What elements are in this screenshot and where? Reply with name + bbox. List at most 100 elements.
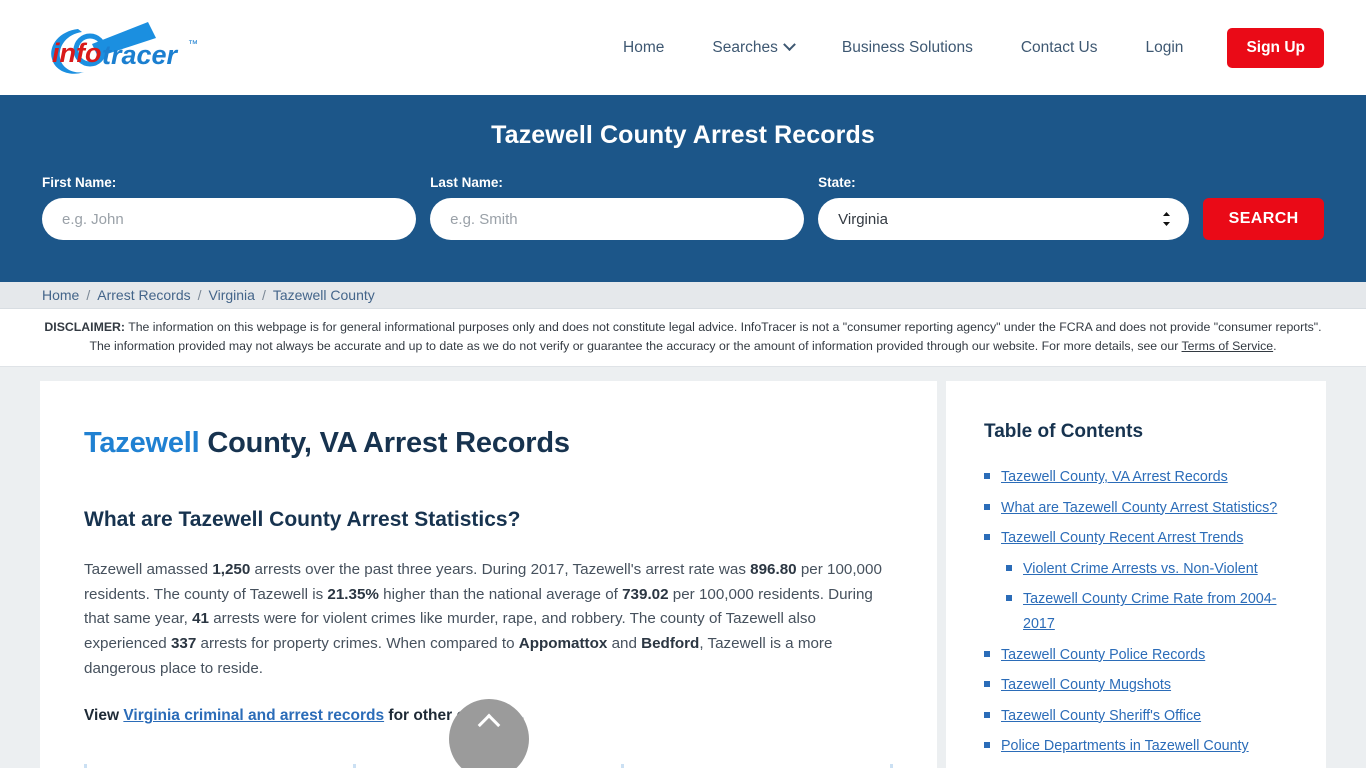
state-select[interactable]: Virginia: [818, 198, 1190, 240]
nav-label: Login: [1145, 38, 1184, 56]
last-name-label: Last Name:: [430, 175, 503, 190]
hero-search-panel: Tazewell County Arrest Records First Nam…: [0, 95, 1366, 282]
toc-item[interactable]: Tazewell County, VA Arrest Records: [984, 465, 1292, 490]
toc-link[interactable]: Tazewell County, VA Arrest Records: [1001, 465, 1228, 490]
bullet-icon: [984, 711, 990, 718]
bullet-icon: [984, 473, 990, 480]
disclaimer-prefix: DISCLAIMER:: [44, 320, 125, 334]
bullet-icon: [984, 681, 990, 688]
first-name-field-group: First Name:: [42, 175, 417, 240]
toc-title: Table of Contents: [984, 421, 1144, 443]
toc-item[interactable]: Tazewell County Sheriff's Office: [984, 704, 1292, 729]
breadcrumb-item-arrest-records[interactable]: Arrest Records: [97, 287, 190, 303]
state-label: State:: [818, 175, 856, 190]
first-name-input[interactable]: [42, 198, 417, 240]
breadcrumb-item-home[interactable]: Home: [42, 287, 79, 303]
para-text: Tazewell amassed: [84, 561, 213, 579]
breadcrumb-item-current: Tazewell County: [272, 287, 375, 303]
disclaimer-suffix: .: [1273, 339, 1277, 354]
article-title: Tazewell County, VA Arrest Records: [84, 427, 893, 460]
compare-county-1: Appomattox: [518, 634, 608, 652]
para-text: arrests for property crimes. When compar…: [196, 634, 519, 652]
nav-label: Contact Us: [1020, 38, 1098, 56]
search-button[interactable]: SEARCH: [1203, 198, 1324, 240]
logo-icon: info tracer ™: [51, 21, 198, 74]
page-title: Tazewell County Arrest Records: [491, 121, 875, 149]
virginia-records-link[interactable]: Virginia criminal and arrest records: [123, 707, 384, 724]
toc-list: Tazewell County, VA Arrest Records What …: [984, 465, 1292, 768]
para-text: arrests over the past three years. Durin…: [250, 561, 751, 579]
main-navigation: Home Searches Business Solutions Contact…: [599, 27, 1324, 68]
nav-item-business-solutions[interactable]: Business Solutions: [818, 39, 997, 57]
toc-link[interactable]: Tazewell County Recent Arrest Trends: [1001, 526, 1243, 551]
stat-arrest-rate: 896.80: [750, 561, 797, 579]
bullet-icon: [1006, 564, 1012, 571]
breadcrumb-separator: /: [86, 287, 91, 303]
search-form: First Name: Last Name: State: Virginia S…: [42, 175, 1324, 240]
stat-violent-arrests: 41: [192, 610, 209, 628]
toc-link[interactable]: Tazewell County Police Records: [1001, 643, 1205, 668]
bullet-icon: [984, 534, 990, 541]
bullet-icon: [984, 742, 990, 749]
statistics-paragraph: Tazewell amassed 1,250 arrests over the …: [84, 558, 893, 681]
breadcrumb-item-virginia[interactable]: Virginia: [209, 287, 255, 303]
nav-item-home[interactable]: Home: [599, 39, 688, 57]
toc-link[interactable]: Police Departments in Tazewell County: [1001, 734, 1249, 759]
breadcrumb-separator: /: [261, 287, 266, 303]
disclaimer-banner: DISCLAIMER: The information on this webp…: [0, 309, 1366, 368]
state-field-group: State: Virginia: [818, 175, 1190, 240]
nav-item-login[interactable]: Login: [1122, 39, 1208, 57]
toc-item[interactable]: Tazewell County Police Records: [984, 643, 1292, 668]
chart-tick: [84, 764, 87, 768]
chevron-down-icon: [782, 38, 796, 52]
first-name-label: First Name:: [42, 175, 117, 190]
sign-up-button[interactable]: Sign Up: [1227, 27, 1324, 68]
toc-link[interactable]: Tazewell County Mugshots: [1001, 673, 1171, 698]
chart-tick: [621, 764, 625, 768]
stat-total-arrests: 1,250: [212, 561, 251, 579]
chart-tick: [889, 764, 893, 768]
toc-item[interactable]: Police Departments in Tazewell County: [984, 734, 1292, 759]
view-prefix: View: [84, 707, 124, 725]
stat-property-arrests: 337: [170, 634, 197, 652]
chart-tick: [352, 764, 356, 768]
nav-label: Searches: [712, 38, 778, 56]
article-title-accent: Tazewell: [84, 427, 200, 460]
para-text: and: [607, 634, 642, 652]
nav-item-contact-us[interactable]: Contact Us: [997, 39, 1122, 57]
toc-item[interactable]: Tazewell County Mugshots: [984, 673, 1292, 698]
section-heading-statistics: What are Tazewell County Arrest Statisti…: [84, 508, 521, 532]
bullet-icon: [1006, 595, 1012, 602]
stat-national-average: 739.02: [622, 585, 669, 603]
svg-text:tracer: tracer: [102, 40, 179, 70]
terms-of-service-link[interactable]: Terms of Service: [1182, 339, 1274, 353]
chevron-up-icon: [477, 713, 500, 737]
toc-subitem[interactable]: Tazewell County Crime Rate from 2004-201…: [984, 587, 1292, 636]
last-name-input[interactable]: [430, 198, 805, 240]
disclaimer-text: The information on this webpage is for g…: [89, 320, 1322, 354]
breadcrumb: Home / Arrest Records / Virginia / Tazew…: [0, 282, 1366, 309]
infotracer-logo[interactable]: info tracer ™: [40, 18, 230, 78]
nav-item-searches[interactable]: Searches: [688, 38, 817, 57]
last-name-field-group: Last Name:: [430, 175, 805, 240]
toc-link[interactable]: Tazewell County Sheriff's Office: [1001, 704, 1201, 729]
table-of-contents-card: Table of Contents Tazewell County, VA Ar…: [946, 381, 1326, 768]
toc-link[interactable]: Violent Crime Arrests vs. Non-Violent: [1023, 557, 1258, 582]
breadcrumb-separator: /: [197, 287, 202, 303]
toc-item[interactable]: What are Tazewell County Arrest Statisti…: [984, 496, 1292, 521]
article-title-rest: County, VA Arrest Records: [199, 427, 570, 460]
nav-label: Business Solutions: [841, 38, 973, 56]
toc-link[interactable]: What are Tazewell County Arrest Statisti…: [1001, 496, 1277, 521]
toc-subitem[interactable]: Violent Crime Arrests vs. Non-Violent: [984, 557, 1292, 582]
toc-link[interactable]: Tazewell County Crime Rate from 2004-201…: [1023, 587, 1292, 636]
site-header: info tracer ™ Home Searches Business Sol…: [0, 0, 1366, 95]
svg-text:info: info: [52, 38, 101, 68]
toc-item[interactable]: Tazewell County Recent Arrest Trends: [984, 526, 1292, 551]
nav-label: Home: [623, 38, 665, 56]
bullet-icon: [984, 650, 990, 657]
state-select-wrap: Virginia: [818, 198, 1190, 240]
compare-county-2: Bedford: [641, 634, 700, 652]
para-text: higher than the national average of: [378, 585, 623, 603]
page-body: Tazewell County, VA Arrest Records What …: [0, 367, 1366, 768]
bullet-icon: [984, 503, 990, 510]
